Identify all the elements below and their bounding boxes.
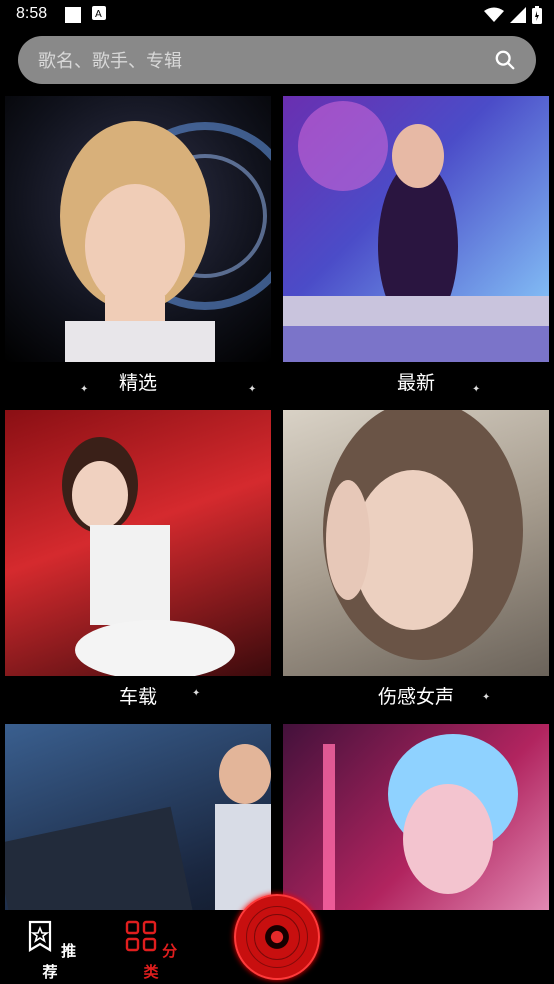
category-tile[interactable] [5,724,271,910]
sparkle-decoration: ✦ [482,692,491,703]
bookmark-star-icon [28,920,51,952]
sparkle-decoration: ✦ [248,384,257,395]
grid-icon [125,920,157,952]
battery-icon [532,6,542,24]
sparkle-decoration: ✦ [80,384,89,395]
status-time: 8:58 [16,5,48,22]
category-label: 最新 [396,372,435,394]
category-tile[interactable]: 精选 [5,96,271,394]
category-thumbnail [5,410,271,676]
notification-icon [65,7,81,23]
sparkle-decoration: ✦ [472,384,481,395]
sparkle-decoration: ✦ [192,688,201,699]
signal-icon [510,7,526,23]
category-thumbnail [283,724,549,910]
app-notification-icon: A [92,6,106,20]
status-icons [484,6,542,24]
search-input[interactable]: 歌名、歌手、专辑 [38,47,494,73]
category-thumbnail [5,724,271,910]
category-tile[interactable]: 车载 [5,410,271,708]
category-tile[interactable] [283,724,549,910]
category-tile[interactable]: 伤感女声 [283,410,549,708]
category-thumbnail [5,96,271,362]
status-bar: 8:58 A [0,0,554,30]
category-label: 精选 [118,372,157,394]
category-thumbnail [283,410,549,676]
search-bar[interactable]: 歌名、歌手、专辑 [18,36,536,84]
nav-category[interactable]: 分类 [121,920,181,982]
svg-text:A: A [95,9,102,20]
search-icon[interactable] [494,49,516,71]
nav-recommend[interactable]: 推荐 [20,920,80,982]
player-disc-button[interactable] [234,894,320,980]
category-label: 车载 [118,686,157,708]
category-label: 伤感女声 [377,686,454,708]
disc-groove [254,914,300,960]
category-thumbnail [283,96,549,362]
category-grid: 精选 最新 车载 伤感女声 ✦ ✦ ✦ ✦ ✦ [0,96,554,910]
category-tile[interactable]: 最新 [283,96,549,394]
wifi-icon [484,7,504,22]
